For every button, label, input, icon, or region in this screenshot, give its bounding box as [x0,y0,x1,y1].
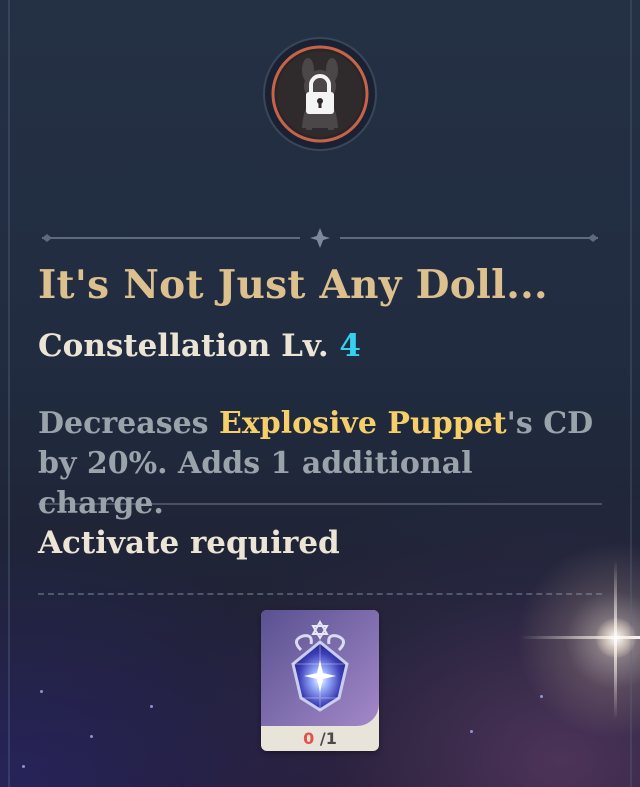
star-particle [470,730,473,733]
material-card[interactable]: 0 /1 [261,610,379,751]
material-art [261,610,379,726]
constellation-level-value: 4 [339,328,361,364]
material-count-need: 1 [325,729,337,748]
ornament-divider [42,228,598,248]
stella-fortuna-icon [291,620,349,712]
constellation-level-label: Constellation Lv. [38,328,329,364]
constellation-level: Constellation Lv. 4 [38,328,361,364]
lock-icon [262,36,378,152]
description-prefix: Decreases [38,406,220,441]
material-count: 0 /1 [261,726,379,751]
constellation-title: It's Not Just Any Doll... [38,262,548,308]
star-particle [90,735,93,738]
panel-border-right [630,0,632,787]
dashed-divider [38,593,602,595]
skill-name-highlight: Explosive Puppet [219,406,507,441]
constellation-description: Decreases Explosive Puppet's CD by 20%. … [38,404,606,524]
star-particle [40,690,43,693]
star-particle [22,765,25,768]
material-count-have: 0 [303,729,315,748]
activate-required-label: Activate required [38,525,340,561]
light-flare [596,618,636,658]
star-particle [150,705,153,708]
section-divider [38,503,602,505]
star-particle [540,695,543,698]
panel-border-left [8,0,10,787]
